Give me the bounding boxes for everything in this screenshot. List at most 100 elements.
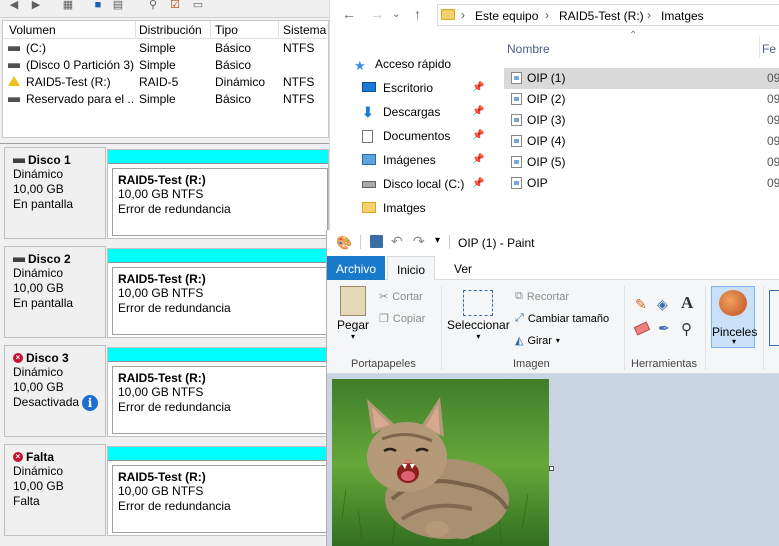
eraser-icon[interactable]	[633, 321, 651, 336]
resize-button[interactable]: ⤢ Cambiar tamaño	[515, 312, 609, 325]
pane-splitter[interactable]	[0, 138, 329, 144]
fill-icon[interactable]: ◈	[657, 296, 668, 313]
magnifier-icon[interactable]: ⚲	[681, 320, 692, 338]
file-row[interactable]: OIP 09	[504, 173, 779, 194]
disk-label[interactable]: × Falta Dinámico 10,00 GB Falta	[4, 444, 106, 536]
forward-arrow-icon[interactable]: →	[370, 6, 384, 22]
breadcrumb-imatges[interactable]: Imatges	[661, 9, 704, 23]
sidebar-item[interactable]: Imatges	[330, 198, 490, 220]
partition-name: RAID5-Test (R:)	[118, 470, 206, 484]
file-row[interactable]: OIP (2) 09	[504, 89, 779, 110]
drive-icon	[8, 95, 20, 103]
volume-row[interactable]: (Disco 0 Partición 3) Simple Básico	[3, 57, 328, 74]
cut-button[interactable]: ✂ Cortar	[379, 290, 423, 304]
address-bar[interactable]: › Este equipo › RAID5-Test (R:) › Imatge…	[437, 4, 779, 26]
kitten-image[interactable]	[332, 379, 549, 546]
image-file-icon	[511, 156, 522, 168]
pencil-icon[interactable]: ✎	[635, 296, 647, 313]
disk-size: 10,00 GB	[13, 182, 64, 196]
volume-layout: RAID-5	[139, 75, 179, 89]
disk-kind: Dinámico	[13, 464, 64, 478]
properties-icon[interactable]: ▦	[60, 0, 76, 11]
tab-inicio[interactable]: Inicio	[387, 256, 436, 280]
breadcrumb-this-pc[interactable]: Este equipo	[475, 9, 538, 23]
color-picker-icon[interactable]: ✒	[658, 320, 670, 337]
disk-label[interactable]: × Disco 3 Dinámico 10,00 GB Desactivada i	[4, 345, 106, 437]
redo-icon[interactable]: ↷	[413, 233, 425, 250]
column-type[interactable]: Tipo	[215, 23, 238, 37]
sidebar-item-label: Documentos	[383, 129, 451, 143]
sidebar-item[interactable]: Disco local (C:) 📌	[330, 174, 490, 196]
breadcrumb-raid-drive[interactable]: RAID5-Test (R:)	[559, 9, 644, 23]
partition-block[interactable]: RAID5-Test (R:) 10,00 GB NTFS Error de r…	[107, 347, 329, 437]
recent-chevron-icon[interactable]: ⌄	[392, 9, 400, 20]
partition-size: 10,00 GB NTFS	[118, 286, 204, 300]
list-icon[interactable]: ▭	[190, 0, 206, 11]
connect-icon[interactable]: ⚲	[145, 0, 161, 11]
text-icon[interactable]: A	[681, 293, 693, 313]
copy-button[interactable]: ❐ Copiar	[379, 312, 425, 326]
file-name: OIP	[527, 176, 548, 190]
brushes-button[interactable]: Pinceles ▾	[711, 286, 757, 348]
volume-row[interactable]: Reservado para el ... Simple Básico NTFS	[3, 91, 328, 108]
file-name: OIP (5)	[527, 155, 566, 169]
check-icon[interactable]: ☑	[167, 0, 183, 11]
paste-button[interactable]: Pegar ▾	[337, 286, 369, 341]
partition-block[interactable]: RAID5-Test (R:) 10,00 GB NTFS Error de r…	[107, 248, 329, 338]
back-arrow-icon[interactable]: ←	[342, 6, 356, 22]
back-icon[interactable]: ◀	[6, 0, 22, 11]
info-icon[interactable]: i	[82, 395, 99, 411]
partition-block[interactable]: RAID5-Test (R:) 10,00 GB NTFS Error de r…	[107, 149, 329, 239]
file-row[interactable]: OIP (5) 09	[504, 152, 779, 173]
file-date: 09	[767, 71, 779, 85]
help-icon[interactable]: ■	[90, 0, 106, 11]
disk-label[interactable]: Disco 2 Dinámico 10,00 GB En pantalla	[4, 246, 106, 338]
undo-icon[interactable]: ↶	[391, 233, 403, 250]
column-filesystem[interactable]: Sistema d	[283, 23, 329, 37]
partition-status: Error de redundancia	[118, 400, 231, 414]
volume-row[interactable]: RAID5-Test (R:) RAID-5 Dinámico NTFS	[3, 74, 328, 91]
partition-size: 10,00 GB NTFS	[118, 484, 204, 498]
paint-canvas-area	[327, 374, 779, 546]
partition-color-bar	[108, 447, 328, 461]
forward-icon[interactable]: ▶	[28, 0, 44, 11]
sidebar-item[interactable]: Documentos 📌	[330, 126, 490, 148]
sidebar-item[interactable]: ★ Acceso rápido	[330, 54, 490, 76]
volume-filesystem: NTFS	[283, 75, 315, 89]
column-date[interactable]: Fe	[762, 42, 776, 56]
file-row[interactable]: OIP (3) 09	[504, 110, 779, 131]
partition-detail: RAID5-Test (R:) 10,00 GB NTFS Error de r…	[112, 267, 328, 335]
sidebar-item-label: Descargas	[383, 105, 441, 119]
disk-row: Disco 1 Dinámico 10,00 GB En pantalla RA…	[2, 145, 329, 241]
sidebar-item[interactable]: Escritorio 📌	[330, 78, 490, 100]
select-button[interactable]: Seleccionar ▾	[447, 290, 510, 341]
column-volume[interactable]: Volumen	[9, 23, 56, 37]
up-arrow-icon[interactable]: ↑	[414, 6, 421, 22]
volume-type: Básico	[215, 41, 252, 55]
file-row[interactable]: OIP (1) 09	[504, 68, 779, 89]
rotate-icon: ◭	[515, 335, 524, 347]
customize-chevron-icon[interactable]: ▾	[435, 235, 440, 246]
view-icon[interactable]: ▤	[110, 0, 126, 11]
folder-icon	[441, 9, 455, 20]
disk-label[interactable]: Disco 1 Dinámico 10,00 GB En pantalla	[4, 147, 106, 239]
partition-name: RAID5-Test (R:)	[118, 173, 206, 187]
brush-icon	[719, 290, 747, 316]
tab-archivo[interactable]: Archivo	[327, 256, 386, 280]
file-row[interactable]: OIP (4) 09	[504, 131, 779, 152]
crop-button[interactable]: ⧉ Recortar	[515, 290, 569, 303]
volume-row[interactable]: (C:) Simple Básico NTFS	[3, 40, 328, 57]
column-layout[interactable]: Distribución	[139, 23, 202, 37]
tab-ver[interactable]: Ver	[445, 256, 481, 280]
file-explorer-window: ← → ⌄ ↑ › Este equipo › RAID5-Test (R:) …	[329, 0, 779, 230]
sidebar-item[interactable]: ⬇ Descargas 📌	[330, 102, 490, 124]
save-icon[interactable]	[370, 235, 383, 248]
shapes-icon[interactable]	[769, 290, 779, 346]
rotate-button[interactable]: ◭ Girar ▾	[515, 334, 560, 348]
canvas-resize-handle-right[interactable]	[549, 466, 554, 471]
paint-ribbon: Pegar ▾ ✂ Cortar ❐ Copiar Portapapeles Sel…	[327, 280, 779, 374]
partition-block[interactable]: RAID5-Test (R:) 10,00 GB NTFS Error de r…	[107, 446, 329, 536]
column-name[interactable]: Nombre	[507, 42, 550, 56]
sidebar-item[interactable]: Imágenes 📌	[330, 150, 490, 172]
volume-table-header: Volumen Distribución Tipo Sistema d	[3, 21, 329, 39]
